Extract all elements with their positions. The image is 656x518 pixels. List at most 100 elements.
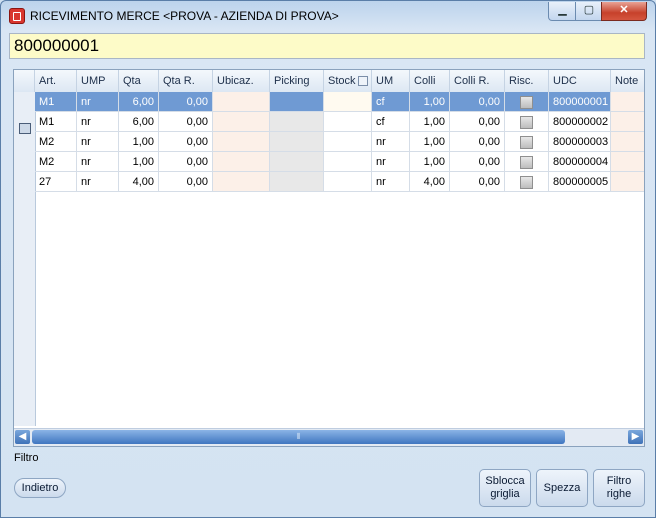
cell-qta-r[interactable]: 0,00 bbox=[159, 172, 213, 192]
data-grid[interactable]: Art. UMP Qta Qta R. Ubicaz. Picking Stoc… bbox=[13, 69, 645, 447]
cell-note[interactable] bbox=[611, 152, 644, 172]
cell-ump[interactable]: nr bbox=[77, 112, 119, 132]
cell-stock[interactable] bbox=[324, 132, 372, 152]
table-row[interactable]: M2 nr 1,00 0,00 nr 1,00 0,00 800000003 bbox=[14, 132, 644, 152]
checkbox-icon[interactable] bbox=[520, 176, 533, 189]
cell-ubicaz[interactable] bbox=[213, 132, 270, 152]
cell-colli-r[interactable]: 0,00 bbox=[450, 112, 505, 132]
cell-colli-r[interactable]: 0,00 bbox=[450, 172, 505, 192]
cell-colli[interactable]: 1,00 bbox=[410, 92, 450, 112]
cell-stock[interactable] bbox=[324, 112, 372, 132]
table-row[interactable]: 27 nr 4,00 0,00 nr 4,00 0,00 800000005 bbox=[14, 172, 644, 192]
table-row[interactable]: M1 nr 6,00 0,00 cf 1,00 0,00 800000002 bbox=[14, 112, 644, 132]
cell-um[interactable]: nr bbox=[372, 152, 410, 172]
filter-icon[interactable] bbox=[358, 76, 368, 86]
cell-qta-r[interactable]: 0,00 bbox=[159, 132, 213, 152]
col-ump[interactable]: UMP bbox=[77, 70, 119, 92]
cell-picking[interactable] bbox=[270, 112, 324, 132]
back-button[interactable]: Indietro bbox=[14, 478, 66, 498]
cell-note[interactable] bbox=[611, 132, 644, 152]
col-picking[interactable]: Picking bbox=[270, 70, 324, 92]
cell-um[interactable]: cf bbox=[372, 92, 410, 112]
scroll-right-icon[interactable]: ▶ bbox=[628, 430, 643, 444]
checkbox-icon[interactable] bbox=[520, 96, 533, 109]
cell-note[interactable] bbox=[611, 92, 644, 112]
cell-colli[interactable]: 1,00 bbox=[410, 112, 450, 132]
cell-qta-r[interactable]: 0,00 bbox=[159, 152, 213, 172]
cell-art[interactable]: M2 bbox=[35, 152, 77, 172]
cell-colli[interactable]: 1,00 bbox=[410, 152, 450, 172]
col-qta[interactable]: Qta bbox=[119, 70, 159, 92]
cell-ump[interactable]: nr bbox=[77, 172, 119, 192]
cell-udc[interactable]: 800000005 bbox=[549, 172, 611, 192]
cell-udc[interactable]: 800000002 bbox=[549, 112, 611, 132]
cell-ubicaz[interactable] bbox=[213, 152, 270, 172]
cell-ubicaz[interactable] bbox=[213, 172, 270, 192]
cell-colli-r[interactable]: 0,00 bbox=[450, 152, 505, 172]
cell-qta-r[interactable]: 0,00 bbox=[159, 112, 213, 132]
cell-ubicaz[interactable] bbox=[213, 112, 270, 132]
cell-note[interactable] bbox=[611, 112, 644, 132]
cell-stock[interactable] bbox=[324, 172, 372, 192]
cell-colli-r[interactable]: 0,00 bbox=[450, 132, 505, 152]
cell-stock[interactable] bbox=[324, 152, 372, 172]
col-stock[interactable]: Stock bbox=[324, 70, 372, 92]
cell-qta[interactable]: 4,00 bbox=[119, 172, 159, 192]
cell-qta[interactable]: 1,00 bbox=[119, 152, 159, 172]
filter-rows-button[interactable]: Filtro righe bbox=[593, 469, 645, 507]
col-udc[interactable]: UDC bbox=[549, 70, 611, 92]
cell-colli-r[interactable]: 0,00 bbox=[450, 92, 505, 112]
cell-picking[interactable] bbox=[270, 92, 324, 112]
col-qta-r[interactable]: Qta R. bbox=[159, 70, 213, 92]
checkbox-icon[interactable] bbox=[520, 116, 533, 129]
close-button[interactable]: ✕ bbox=[601, 2, 647, 21]
cell-ump[interactable]: nr bbox=[77, 152, 119, 172]
col-art[interactable]: Art. bbox=[35, 70, 77, 92]
checkbox-icon[interactable] bbox=[520, 156, 533, 169]
split-button[interactable]: Spezza bbox=[536, 469, 588, 507]
cell-risc[interactable] bbox=[505, 152, 549, 172]
col-um[interactable]: UM bbox=[372, 70, 410, 92]
cell-note[interactable] bbox=[611, 172, 644, 192]
cell-art[interactable]: M2 bbox=[35, 132, 77, 152]
cell-risc[interactable] bbox=[505, 112, 549, 132]
table-row[interactable]: M1 nr 6,00 0,00 cf 1,00 0,00 800000001 bbox=[14, 92, 644, 112]
cell-art[interactable]: M1 bbox=[35, 92, 77, 112]
cell-stock[interactable] bbox=[324, 92, 372, 112]
cell-risc[interactable] bbox=[505, 172, 549, 192]
cell-ump[interactable]: nr bbox=[77, 132, 119, 152]
cell-picking[interactable] bbox=[270, 132, 324, 152]
col-ubicaz[interactable]: Ubicaz. bbox=[213, 70, 270, 92]
checkbox-icon[interactable] bbox=[520, 136, 533, 149]
col-risc[interactable]: Risc. bbox=[505, 70, 549, 92]
cell-um[interactable]: nr bbox=[372, 172, 410, 192]
cell-um[interactable]: cf bbox=[372, 112, 410, 132]
col-colli-r[interactable]: Colli R. bbox=[450, 70, 505, 92]
scroll-left-icon[interactable]: ◀ bbox=[15, 430, 30, 444]
maximize-button[interactable]: ▢ bbox=[575, 2, 603, 21]
unlock-grid-button[interactable]: Sblocca griglia bbox=[479, 469, 531, 507]
barcode-input[interactable]: 800000001 bbox=[9, 33, 645, 59]
cell-qta[interactable]: 6,00 bbox=[119, 112, 159, 132]
horizontal-scrollbar[interactable]: ◀ ⦀ ▶ bbox=[14, 428, 644, 446]
cell-colli[interactable]: 1,00 bbox=[410, 132, 450, 152]
scroll-thumb[interactable]: ⦀ bbox=[32, 430, 565, 444]
cell-art[interactable]: 27 bbox=[35, 172, 77, 192]
cell-colli[interactable]: 4,00 bbox=[410, 172, 450, 192]
cell-risc[interactable] bbox=[505, 132, 549, 152]
cell-qta-r[interactable]: 0,00 bbox=[159, 92, 213, 112]
minimize-button[interactable]: ▁ bbox=[548, 2, 577, 21]
cell-udc[interactable]: 800000004 bbox=[549, 152, 611, 172]
cell-um[interactable]: nr bbox=[372, 132, 410, 152]
cell-udc[interactable]: 800000003 bbox=[549, 132, 611, 152]
cell-ump[interactable]: nr bbox=[77, 92, 119, 112]
cell-picking[interactable] bbox=[270, 172, 324, 192]
col-colli[interactable]: Colli bbox=[410, 70, 450, 92]
cell-qta[interactable]: 1,00 bbox=[119, 132, 159, 152]
table-row[interactable]: M2 nr 1,00 0,00 nr 1,00 0,00 800000004 bbox=[14, 152, 644, 172]
cell-picking[interactable] bbox=[270, 152, 324, 172]
cell-qta[interactable]: 6,00 bbox=[119, 92, 159, 112]
cell-ubicaz[interactable] bbox=[213, 92, 270, 112]
col-note[interactable]: Note bbox=[611, 70, 644, 92]
cell-risc[interactable] bbox=[505, 92, 549, 112]
